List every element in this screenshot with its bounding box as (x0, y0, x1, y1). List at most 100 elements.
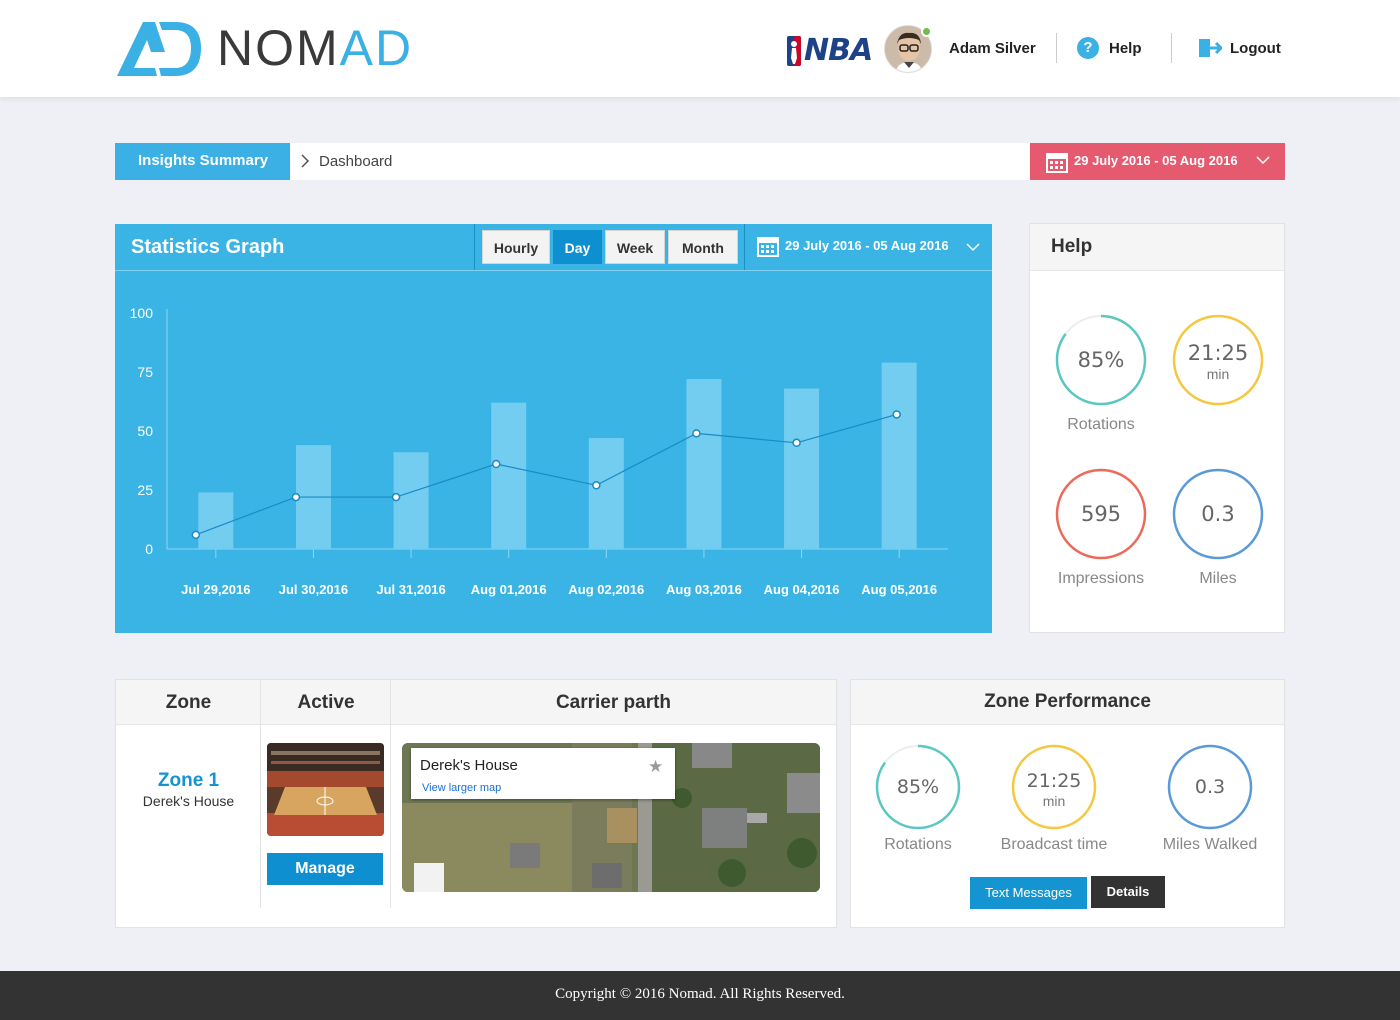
logout-label: Logout (1230, 39, 1281, 57)
perf-label: Miles Walked (1162, 836, 1258, 853)
y-tick-label: 0 (145, 541, 153, 557)
zone-location: Derek's House (142, 793, 235, 809)
header-divider (1056, 33, 1057, 63)
breadcrumb-insights-summary[interactable]: Insights Summary (115, 143, 290, 180)
statistics-title: Statistics Graph (131, 236, 285, 258)
arena-thumbnail[interactable] (267, 743, 384, 836)
perf-unit: min (1042, 793, 1066, 809)
chart-point (191, 530, 201, 540)
period-day-button[interactable]: Day (553, 230, 602, 264)
zone-performance-panel: Zone Performance 85% Rotations 21:25 min Bro… (850, 679, 1285, 928)
manage-button[interactable]: Manage (267, 853, 383, 885)
chart-bar (491, 402, 527, 549)
chart-point (892, 410, 901, 419)
map-info-card: Derek's House View larger map ★ (411, 748, 675, 799)
statistics-header: Statistics Graph Hourly Day Week Month 2… (115, 224, 992, 271)
perf-value: 85% (896, 775, 940, 798)
footer: Copyright © 2016 Nomad. All Rights Reser… (0, 971, 1400, 1020)
stats-date-text: 29 July 2016 - 05 Aug 2016 (785, 238, 949, 253)
chart-bar (686, 379, 722, 549)
x-tick-label: Jul 30,2016 (279, 582, 348, 597)
logout-icon (1199, 39, 1222, 57)
x-tick-label: Jul 31,2016 (376, 582, 445, 597)
statistics-chart: 0 25 50 75 100 Jul 29,2016 Jul 30,2016 Jul 31,2… (130, 305, 948, 597)
y-tick-label: 50 (137, 423, 153, 439)
view-larger-map-link[interactable]: View larger map (422, 782, 501, 794)
chart-bar (198, 492, 234, 549)
chevron-right-icon (301, 154, 310, 168)
star-icon[interactable]: ★ (648, 757, 663, 777)
chart-bar (588, 438, 624, 549)
top-header: NOMAD NBA Adam Silver ? Help Logout (0, 0, 1400, 97)
help-metric: 85% Rotations (1054, 313, 1148, 440)
header-divider (744, 224, 745, 270)
online-status-dot (921, 26, 932, 37)
help-label: Rotations (1067, 416, 1135, 433)
help-metric: 595 Impressions (1054, 467, 1148, 594)
chevron-down-icon (1256, 156, 1270, 165)
help-link[interactable]: ? Help (1077, 37, 1142, 59)
period-toggle: Hourly Day Week Month (482, 230, 741, 264)
nomad-logo-mark (117, 22, 201, 76)
chart-bar (784, 388, 820, 549)
perf-metric: 21:25 min Broadcast time (1001, 743, 1107, 860)
chart-bar (881, 362, 917, 549)
date-range-text: 29 July 2016 - 05 Aug 2016 (1074, 153, 1238, 168)
header-divider (1171, 33, 1172, 63)
zone-name-link[interactable]: Zone 1 (116, 770, 261, 792)
zone-table: Zone Active Carrier parth Zone 1 Derek's… (115, 679, 837, 928)
perf-value: 21:25 (1026, 770, 1082, 792)
nba-logo: NBA (787, 33, 873, 68)
chart-bar (393, 452, 429, 549)
x-tick-label: Aug 02,2016 (568, 582, 644, 597)
date-range-picker[interactable]: 29 July 2016 - 05 Aug 2016 (1030, 143, 1285, 180)
calendar-icon (1046, 153, 1068, 173)
help-panel-title: Help (1030, 224, 1284, 271)
perf-label: Broadcast time (1000, 836, 1108, 853)
arena-photo (267, 743, 384, 836)
logout-link[interactable]: Logout (1198, 38, 1281, 58)
chevron-down-icon (966, 243, 980, 252)
x-tick-label: Aug 05,2016 (861, 582, 937, 597)
statistics-panel: Statistics Graph Hourly Day Week Month 2… (115, 224, 992, 633)
y-tick-label: 25 (137, 482, 153, 498)
breadcrumb: Insights Summary Dashboard 29 July 2016 … (115, 143, 1285, 180)
chart-point (692, 429, 701, 438)
x-tick-label: Aug 04,2016 (764, 582, 840, 597)
logo-text-ad: AD (339, 20, 414, 76)
text-messages-button[interactable]: Text Messages (970, 877, 1087, 909)
help-label: Impressions (1057, 570, 1145, 587)
period-week-button[interactable]: Week (605, 230, 665, 264)
carrier-path-column-header: Carrier parth (555, 692, 672, 713)
chart-point (592, 481, 601, 490)
details-button[interactable]: Details (1091, 876, 1165, 908)
help-label: Miles (1199, 570, 1237, 587)
perf-metric: 0.3 Miles Walked (1163, 743, 1257, 860)
y-tick-label: 100 (130, 305, 154, 321)
chart-point (291, 492, 301, 502)
help-value: 85% (1077, 347, 1125, 372)
active-column-header: Active (297, 692, 355, 713)
nomad-logo[interactable]: NOMAD (115, 18, 413, 78)
chart-point (491, 459, 501, 469)
period-month-button[interactable]: Month (668, 230, 738, 264)
help-panel: Help 85% Rotations 21:25 min 595 Impressions 0… (1029, 223, 1285, 633)
help-value: 0.3 (1201, 501, 1235, 526)
nba-wordmark: NBA (804, 33, 873, 68)
help-label: Help (1109, 39, 1142, 57)
perf-value: 0.3 (1194, 775, 1226, 798)
user-name[interactable]: Adam Silver (949, 40, 1036, 57)
help-unit: min (1206, 366, 1230, 382)
column-divider (390, 680, 391, 908)
zone-column-header: Zone (165, 692, 212, 713)
x-tick-label: Aug 01,2016 (471, 582, 547, 597)
carrier-path-map[interactable]: Derek's House View larger map ★ (402, 743, 820, 892)
breadcrumb-dashboard[interactable]: Dashboard (319, 153, 392, 170)
copyright-text: Copyright © 2016 Nomad. All Rights Reser… (555, 986, 845, 1002)
logo-text-nom: NOM (217, 20, 340, 76)
period-hourly-button[interactable]: Hourly (482, 230, 550, 264)
zone-table-header: Zone Active Carrier parth (116, 680, 836, 725)
header-divider (474, 224, 475, 270)
question-icon: ? (1077, 37, 1099, 59)
perf-metric: 85% Rotations (874, 743, 962, 860)
